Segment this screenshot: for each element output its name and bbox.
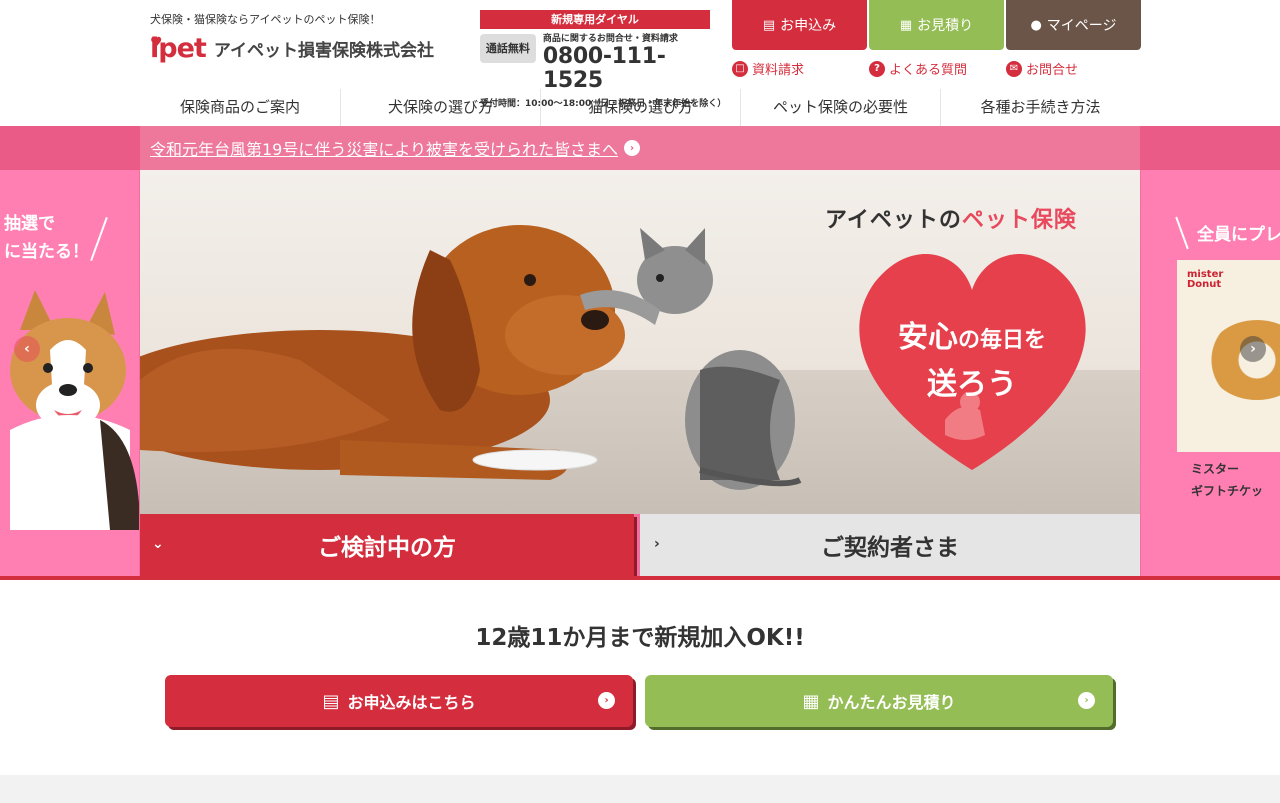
prev-slide-line2: に当たる！ <box>4 242 89 262</box>
heart-icon: ♥ <box>150 35 163 51</box>
footer-band <box>0 775 1280 803</box>
cta-heading: 12歳11か月まで新規加入OK!! <box>475 625 805 651</box>
carousel-next-button[interactable]: › <box>1240 336 1266 362</box>
next-slide-text: 全員にプレ <box>1197 225 1280 245</box>
chevron-right-icon: › <box>598 692 615 709</box>
chevron-right-icon: › <box>1078 692 1095 709</box>
heart-line2: 送ろう <box>927 367 1017 402</box>
site-header: 犬保険・猫保険ならアイペットのペット保険！ ♥ ipet アイペット損害保険株式… <box>0 0 1280 126</box>
quick-estimate-button[interactable]: ▦ かんたんお見積り › <box>645 675 1113 727</box>
apply-button-label: お申込み <box>780 18 837 34</box>
tab-policyholders-label: ご契約者さま <box>821 535 959 561</box>
nav-procedures[interactable]: 各種お手続き方法 <box>940 89 1140 126</box>
tagline: 犬保険・猫保険ならアイペットのペット保険！ <box>150 13 381 26</box>
slide-heading-prefix: アイペットの <box>825 208 962 233</box>
chevron-down-icon: ⌄ <box>152 536 164 552</box>
notice-inner: 令和元年台風第19号に伴う災害により被害を受けられた皆さまへ › <box>140 126 1140 170</box>
hero-slide[interactable]: アイペットのペット保険 安心の毎日を 送ろう <box>140 170 1140 514</box>
slide-heading: アイペットのペット保険 <box>825 202 1077 234</box>
top-buttons: ▤ お申込み ▦ お見積り ● マイページ <box>732 0 1141 50</box>
nav-cat-insurance[interactable]: 猫保険の選び方 <box>540 89 740 126</box>
hero-divider <box>0 576 1280 580</box>
hero-section: 令和元年台風第19号に伴う災害により被害を受けられた皆さまへ › 抽選で に当た… <box>0 126 1280 580</box>
quick-estimate-label: かんたんお見積り <box>827 693 956 712</box>
nav-necessity[interactable]: ペット保険の必要性 <box>740 89 940 126</box>
next-slide-peek[interactable]: 全員にプレ mister Donut ミスター ギフトチケッ <box>1141 170 1280 576</box>
gift-caption: ミスター ギフトチケッ <box>1191 458 1263 502</box>
apply-here-button[interactable]: ▤ お申込みはこちら › <box>165 675 633 727</box>
heart-message: 安心の毎日を 送ろう <box>882 316 1062 407</box>
slash-decoration <box>90 217 108 261</box>
heart-line1-b: の毎日を <box>957 328 1046 353</box>
carousel-prev-button[interactable]: ‹ <box>14 336 40 362</box>
heart-line1-a: 安心 <box>897 320 958 355</box>
mail-icon: ✉ <box>1006 60 1022 77</box>
dial-body: 通話無料 商品に関するお問合せ・資料請求 0800-111-1525 <box>480 34 710 93</box>
sub-links: □ 資料請求 ? よくある質問 ✉ お問合せ <box>732 59 1143 78</box>
contact-link[interactable]: ✉ お問合せ <box>1006 59 1143 78</box>
tab-prospective-label: ご検討中の方 <box>318 535 456 561</box>
prev-slide-line1: 抽選で <box>4 214 55 234</box>
apply-here-label: お申込みはこちら <box>347 693 476 712</box>
brochure-link[interactable]: □ 資料請求 <box>732 59 869 78</box>
phone-number[interactable]: 0800-111-1525 <box>543 44 666 93</box>
prev-slide-text: 抽選で に当たる！ <box>4 210 89 266</box>
calculator-icon: ▦ <box>899 17 913 33</box>
gift-caption-line1: ミスター <box>1191 462 1240 476</box>
mypage-button[interactable]: ● マイページ <box>1006 0 1141 50</box>
estimate-button[interactable]: ▦ お見積り <box>869 0 1004 50</box>
book-icon: □ <box>732 60 748 77</box>
mypage-button-label: マイページ <box>1046 18 1117 34</box>
typhoon-notice-link[interactable]: 令和元年台風第19号に伴う災害により被害を受けられた皆さまへ <box>150 136 618 160</box>
slide-heading-highlight: ペット保険 <box>961 208 1077 233</box>
donut-image <box>1207 320 1280 400</box>
apply-button[interactable]: ▤ お申込み <box>732 0 867 50</box>
question-icon: ? <box>869 60 885 77</box>
slash-decoration <box>1175 216 1189 250</box>
contact-link-label: お問合せ <box>1026 63 1079 78</box>
nav-dog-insurance[interactable]: 犬保険の選び方 <box>340 89 540 126</box>
faq-link[interactable]: ? よくある質問 <box>869 59 1006 78</box>
dial-title: 新規専用ダイヤル <box>480 10 710 29</box>
document-icon: ▤ <box>762 17 776 33</box>
gift-caption-line2: ギフトチケッ <box>1191 484 1264 498</box>
gift-card-image: mister Donut <box>1177 260 1280 452</box>
person-icon: ● <box>1030 17 1042 33</box>
logo-mark: ♥ ipet <box>150 34 207 64</box>
site-logo[interactable]: ♥ ipet アイペット損害保険株式会社 <box>150 34 434 64</box>
tab-policyholders[interactable]: › ご契約者さま <box>640 514 1140 576</box>
mister-donut-logo-line2: Donut <box>1187 279 1222 290</box>
notice-bar: 令和元年台風第19号に伴う災害により被害を受けられた皆さまへ › <box>0 126 1280 170</box>
prev-slide-peek[interactable]: 抽選で に当たる！ <box>0 170 139 576</box>
free-call-badge: 通話無料 <box>480 34 536 63</box>
estimate-button-label: お見積り <box>917 18 974 34</box>
tab-prospective[interactable]: ⌄ ご検討中の方 <box>140 514 634 576</box>
nav-products[interactable]: 保険商品のご案内 <box>140 89 340 126</box>
faq-link-label: よくある質問 <box>889 63 968 78</box>
brochure-link-label: 資料請求 <box>752 63 805 78</box>
mister-donut-logo: mister Donut <box>1187 270 1223 290</box>
audience-tabs: ⌄ ご検討中の方 › ご契約者さま <box>140 514 1140 576</box>
global-nav: 保険商品のご案内 犬保険の選び方 猫保険の選び方 ペット保険の必要性 各種お手続… <box>140 89 1140 126</box>
chevron-right-icon: › <box>654 536 660 552</box>
chevron-right-icon: › <box>624 140 641 156</box>
calculator-icon: ▦ <box>802 690 820 712</box>
dial-info: 商品に関するお問合せ・資料請求 0800-111-1525 <box>543 34 710 93</box>
corgi-illustration <box>10 290 139 530</box>
company-name: アイペット損害保険株式会社 <box>213 41 434 61</box>
document-icon: ▤ <box>322 690 340 712</box>
